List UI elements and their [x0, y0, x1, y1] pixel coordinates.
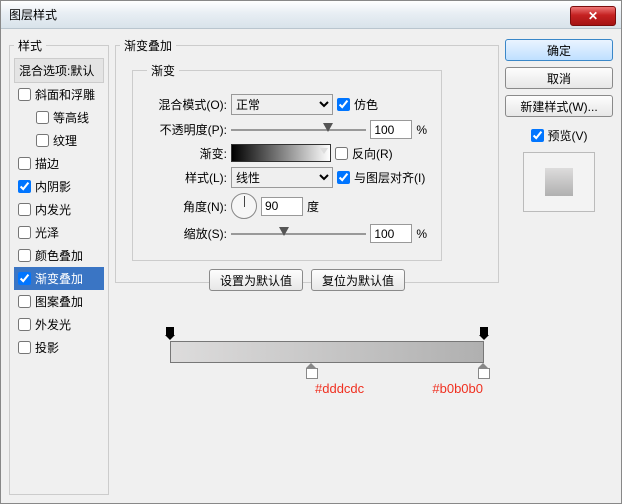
style-outer-glow-check[interactable]: [18, 318, 31, 331]
align-check[interactable]: [337, 171, 350, 184]
style-inner-glow-check[interactable]: [18, 203, 31, 216]
right-column: 确定 取消 新建样式(W)... 预览(V): [505, 37, 613, 495]
close-icon: ✕: [588, 9, 598, 23]
style-pattern-overlay[interactable]: 图案叠加: [14, 290, 104, 313]
style-texture-check[interactable]: [36, 134, 49, 147]
dialog-body: 样式 混合选项:默认 斜面和浮雕 等高线 纹理 描边 内阴影 内发光 光泽 颜色…: [1, 29, 621, 503]
opacity-label: 不透明度(P):: [147, 121, 227, 138]
reverse-check[interactable]: [335, 147, 348, 160]
gradient-overlay-legend: 渐变叠加: [120, 37, 176, 54]
close-button[interactable]: ✕: [570, 6, 616, 26]
styles-list: 混合选项:默认 斜面和浮雕 等高线 纹理 描边 内阴影 内发光 光泽 颜色叠加 …: [14, 58, 104, 359]
preview-label: 预览(V): [548, 127, 588, 144]
style-select[interactable]: 线性: [231, 167, 333, 188]
hex-right: #b0b0b0: [432, 381, 483, 396]
preview-check[interactable]: [531, 129, 544, 142]
reverse-label: 反向(R): [352, 145, 393, 162]
row-angle: 角度(N): 度: [147, 193, 427, 219]
opacity-input[interactable]: [370, 120, 412, 139]
styles-group: 样式 混合选项:默认 斜面和浮雕 等高线 纹理 描边 内阴影 内发光 光泽 颜色…: [9, 37, 109, 495]
style-inner-shadow[interactable]: 内阴影: [14, 175, 104, 198]
main-column: 渐变叠加 渐变 混合模式(O): 正常 仿色 不透明度(P):: [115, 37, 499, 495]
color-stop-left[interactable]: [305, 363, 317, 377]
style-label: 样式(L):: [147, 169, 227, 186]
style-color-overlay[interactable]: 颜色叠加: [14, 244, 104, 267]
style-contour-check[interactable]: [36, 111, 49, 124]
gradient-inner-group: 渐变 混合模式(O): 正常 仿色 不透明度(P): %: [132, 62, 442, 261]
style-satin[interactable]: 光泽: [14, 221, 104, 244]
style-satin-check[interactable]: [18, 226, 31, 239]
hex-left: #dddcdc: [315, 381, 364, 396]
opacity-slider[interactable]: [231, 121, 366, 139]
scale-slider[interactable]: [231, 225, 366, 243]
layer-style-dialog: 图层样式 ✕ 样式 混合选项:默认 斜面和浮雕 等高线 纹理 描边 内阴影 内发…: [0, 0, 622, 504]
scale-input[interactable]: [370, 224, 412, 243]
style-inner-shadow-check[interactable]: [18, 180, 31, 193]
dither-check[interactable]: [337, 98, 350, 111]
gradient-swatch[interactable]: [231, 144, 331, 162]
angle-unit: 度: [307, 198, 319, 215]
dither-label: 仿色: [354, 96, 378, 113]
angle-label: 角度(N):: [147, 198, 227, 215]
style-bevel-check[interactable]: [18, 88, 31, 101]
gradient-inner-legend: 渐变: [147, 62, 179, 79]
style-drop-shadow[interactable]: 投影: [14, 336, 104, 359]
align-label: 与图层对齐(I): [354, 169, 425, 186]
opacity-stop-right[interactable]: [479, 327, 489, 339]
gradient-label: 渐变:: [147, 145, 227, 162]
color-stop-right[interactable]: [477, 363, 489, 377]
style-drop-shadow-check[interactable]: [18, 341, 31, 354]
gradient-bar[interactable]: [170, 341, 484, 363]
preview-swatch: [545, 168, 573, 196]
style-pattern-overlay-check[interactable]: [18, 295, 31, 308]
style-contour[interactable]: 等高线: [14, 106, 104, 129]
style-stroke[interactable]: 描边: [14, 152, 104, 175]
cancel-button[interactable]: 取消: [505, 67, 613, 89]
preview-box: [523, 152, 595, 212]
row-gradient: 渐变: 反向(R): [147, 144, 427, 162]
row-style: 样式(L): 线性 与图层对齐(I): [147, 167, 427, 188]
opacity-stop-left[interactable]: [165, 327, 175, 339]
blend-mode-label: 混合模式(O):: [147, 96, 227, 113]
style-gradient-overlay[interactable]: 渐变叠加: [14, 267, 104, 290]
scale-pct: %: [416, 227, 427, 241]
style-bevel[interactable]: 斜面和浮雕: [14, 83, 104, 106]
ok-button[interactable]: 确定: [505, 39, 613, 61]
style-color-overlay-check[interactable]: [18, 249, 31, 262]
default-buttons: 设置为默认值 复位为默认值: [120, 269, 494, 291]
make-default-button[interactable]: 设置为默认值: [209, 269, 303, 291]
row-opacity: 不透明度(P): %: [147, 120, 427, 139]
gradient-overlay-group: 渐变叠加 渐变 混合模式(O): 正常 仿色 不透明度(P):: [115, 37, 499, 283]
blend-mode-select[interactable]: 正常: [231, 94, 333, 115]
scale-label: 缩放(S):: [147, 225, 227, 242]
style-texture[interactable]: 纹理: [14, 129, 104, 152]
styles-legend: 样式: [14, 37, 46, 54]
blend-options-header[interactable]: 混合选项:默认: [14, 58, 104, 83]
style-inner-glow[interactable]: 内发光: [14, 198, 104, 221]
reset-default-button[interactable]: 复位为默认值: [311, 269, 405, 291]
new-style-button[interactable]: 新建样式(W)...: [505, 95, 613, 117]
window-title: 图层样式: [9, 6, 570, 23]
titlebar[interactable]: 图层样式 ✕: [1, 1, 621, 29]
angle-dial[interactable]: [231, 193, 257, 219]
opacity-pct: %: [416, 123, 427, 137]
angle-input[interactable]: [261, 197, 303, 216]
style-stroke-check[interactable]: [18, 157, 31, 170]
row-scale: 缩放(S): %: [147, 224, 427, 243]
style-gradient-overlay-check[interactable]: [18, 272, 31, 285]
row-blend: 混合模式(O): 正常 仿色: [147, 94, 427, 115]
preview-row: 预览(V): [505, 127, 613, 144]
style-outer-glow[interactable]: 外发光: [14, 313, 104, 336]
